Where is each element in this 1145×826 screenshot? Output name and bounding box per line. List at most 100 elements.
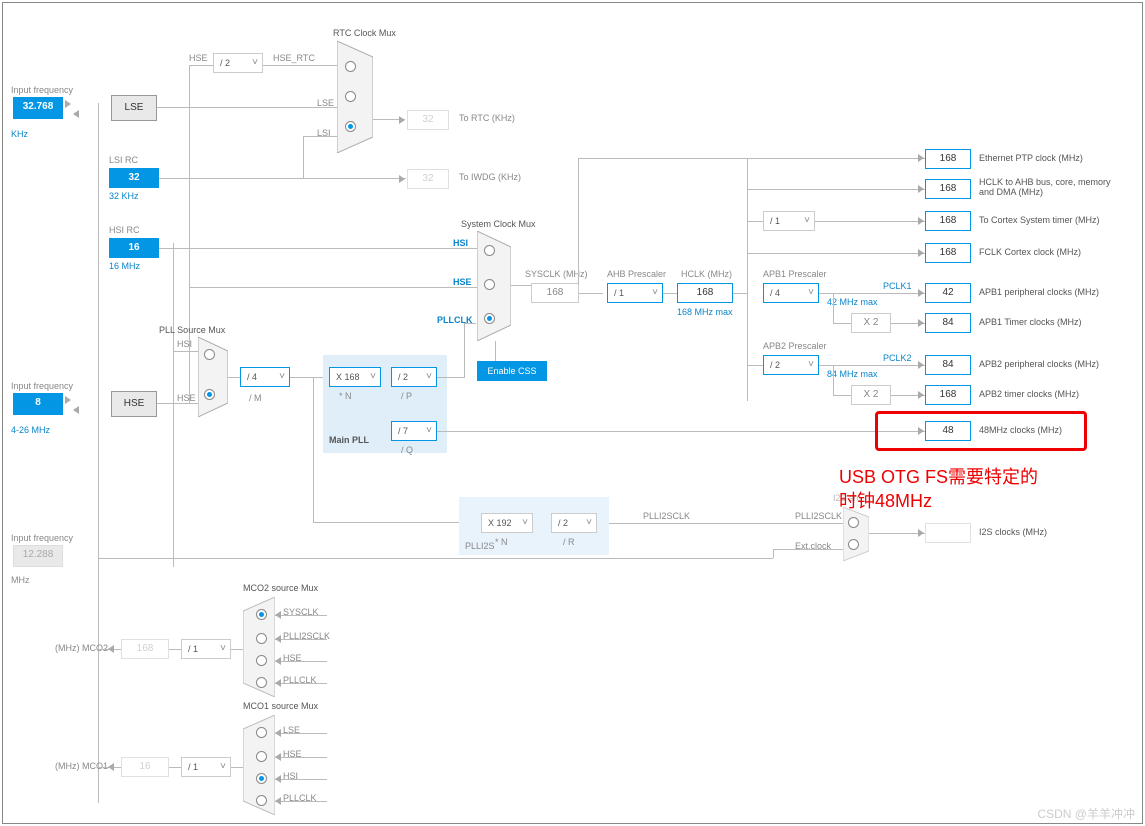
mco1-lbl: (MHz) MCO1 xyxy=(55,761,108,771)
wire xyxy=(189,65,190,403)
out-apb1p-val: 42 xyxy=(925,283,971,303)
sysclk-pllclk: PLLCLK xyxy=(437,315,473,325)
main-pll-mult-n[interactable]: X 168 xyxy=(329,367,381,387)
annotation-line2: 时钟48MHz xyxy=(839,487,932,513)
out-apb2p-val: 84 xyxy=(925,355,971,375)
mco1-radio-2[interactable] xyxy=(256,773,267,784)
wire xyxy=(833,365,834,395)
lse-source: LSE xyxy=(111,95,157,121)
mco2-radio-1[interactable] xyxy=(256,633,267,644)
wire xyxy=(819,293,925,294)
hclk-value[interactable]: 168 xyxy=(677,283,733,303)
wire xyxy=(189,65,213,66)
wire xyxy=(159,178,390,179)
ahb-div[interactable]: / 1 xyxy=(607,283,663,303)
pll-src-radio-hsi[interactable] xyxy=(204,349,215,360)
apb1-timer-mult: X 2 xyxy=(851,313,891,333)
arrow-icon xyxy=(275,679,281,687)
wire xyxy=(833,293,834,323)
rtc-radio-hse[interactable] xyxy=(345,61,356,72)
mco2-radio-2[interactable] xyxy=(256,655,267,666)
pll-src-radio-hse[interactable] xyxy=(204,389,215,400)
i2s-radio-ext[interactable] xyxy=(848,539,859,550)
arrow-icon xyxy=(918,391,924,399)
hse-unit: 4-26 MHz xyxy=(11,425,50,435)
arrow-icon xyxy=(918,217,924,225)
rtc-radio-lsi[interactable] xyxy=(345,121,356,132)
out-eth-lbl: Ethernet PTP clock (MHz) xyxy=(979,153,1083,163)
to-iwdg-label: To IWDG (KHz) xyxy=(459,172,521,182)
wire xyxy=(231,767,243,768)
plli2s-title: PLLI2S xyxy=(465,541,495,551)
main-pll-mult-n-lbl: * N xyxy=(339,391,352,401)
cortex-div[interactable]: / 1 xyxy=(763,211,815,231)
apb2-title: APB2 Prescaler xyxy=(763,341,827,351)
arrow-icon xyxy=(918,249,924,257)
pll-src-title: PLL Source Mux xyxy=(159,325,225,335)
wire xyxy=(303,136,304,178)
hsi-rc-value: 16 xyxy=(109,238,159,258)
arrow-icon xyxy=(918,185,924,193)
mco2-div[interactable]: / 1 xyxy=(181,639,231,659)
rtc-mux-radios xyxy=(337,41,373,153)
out-cortex-lbl: To Cortex System timer (MHz) xyxy=(979,215,1100,225)
sysclk-radio-hse[interactable] xyxy=(484,279,495,290)
arrow-icon xyxy=(65,100,71,108)
plli2s-mult-n[interactable]: X 192 xyxy=(481,513,533,533)
out-apb1t-lbl: APB1 Timer clocks (MHz) xyxy=(979,317,1082,327)
wire xyxy=(290,377,323,378)
i2s-value[interactable]: 12.288 xyxy=(13,545,63,567)
main-pll-div-p[interactable]: / 2 xyxy=(391,367,437,387)
mco1-radio-1[interactable] xyxy=(256,751,267,762)
i2s-radio-pll[interactable] xyxy=(848,517,859,528)
apb2-div[interactable]: / 2 xyxy=(763,355,819,375)
wire xyxy=(511,285,531,286)
wire xyxy=(833,395,851,396)
mco2-radio-0[interactable] xyxy=(256,609,267,620)
wire xyxy=(747,365,763,366)
sysclk-radio-hsi[interactable] xyxy=(484,245,495,256)
mco2-title: MCO2 source Mux xyxy=(243,583,318,593)
mco1-radios xyxy=(243,715,275,815)
pll-div-m[interactable]: / 4 xyxy=(240,367,290,387)
sysclk-radio-pllclk[interactable] xyxy=(484,313,495,324)
wire xyxy=(747,189,925,190)
mco2-radio-3[interactable] xyxy=(256,677,267,688)
hse-value[interactable]: 8 xyxy=(13,393,63,415)
i2s-mux-pll-lbl: PLLI2SCLK xyxy=(795,511,842,521)
lsi-rc-value: 32 xyxy=(109,168,159,188)
enable-css-button[interactable]: Enable CSS xyxy=(477,361,547,381)
mco1-radio-3[interactable] xyxy=(256,795,267,806)
i2s-input-label: Input frequency xyxy=(11,533,73,543)
sysclk-hse: HSE xyxy=(453,277,472,287)
rtc-hse-div[interactable]: / 2 xyxy=(213,53,263,73)
lsi-rc-label: LSI RC xyxy=(109,155,138,165)
mco1-radio-0[interactable] xyxy=(256,727,267,738)
plli2s-div-r[interactable]: / 2 xyxy=(551,513,597,533)
rtc-lse-label: LSE xyxy=(317,98,334,108)
wire xyxy=(437,377,464,378)
plli2s-out-label: PLLI2SCLK xyxy=(643,511,690,521)
apb1-pclk-max: 42 MHz max xyxy=(827,297,878,307)
wire xyxy=(157,403,199,404)
out-apb1p-lbl: APB1 peripheral clocks (MHz) xyxy=(979,287,1099,297)
arrow-icon xyxy=(275,657,281,665)
wire-extclock xyxy=(98,558,773,559)
wire xyxy=(189,287,477,288)
lse-value[interactable]: 32.768 xyxy=(13,97,63,119)
wire xyxy=(609,523,843,524)
hclk-max: 168 MHz max xyxy=(677,307,733,317)
arrow-icon xyxy=(918,529,924,537)
rtc-radio-lse[interactable] xyxy=(345,91,356,102)
main-pll-title: Main PLL xyxy=(329,435,369,445)
to-rtc-label: To RTC (KHz) xyxy=(459,113,515,123)
out-fclk-val: 168 xyxy=(925,243,971,263)
mco1-div[interactable]: / 1 xyxy=(181,757,231,777)
main-pll-div-q[interactable]: / 7 xyxy=(391,421,437,441)
out-hclk-val: 168 xyxy=(925,179,971,199)
wire xyxy=(263,65,337,66)
wire xyxy=(663,293,677,294)
out-fclk-lbl: FCLK Cortex clock (MHz) xyxy=(979,247,1081,257)
apb1-div[interactable]: / 4 xyxy=(763,283,819,303)
arrow-icon xyxy=(275,635,281,643)
